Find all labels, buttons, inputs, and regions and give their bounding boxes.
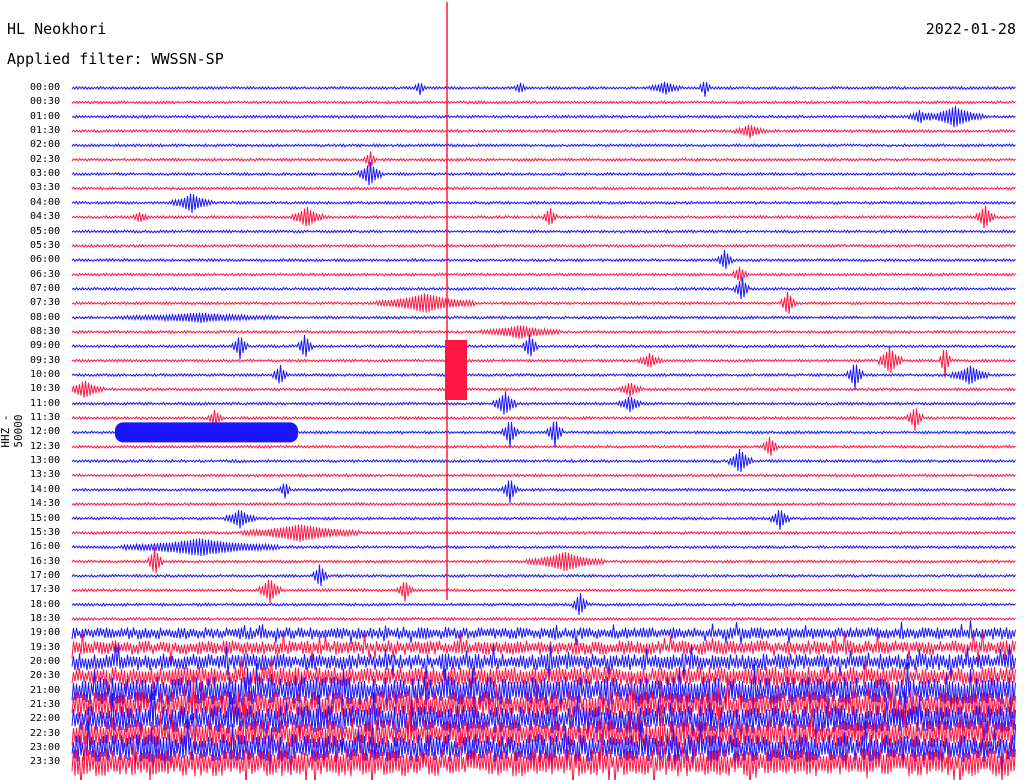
trace-line: [71, 312, 1016, 323]
trace-line: [71, 391, 1016, 415]
trace-line: [71, 325, 1016, 339]
trace-line: [71, 186, 1016, 191]
trace-line: [71, 277, 1016, 300]
trace-line: [71, 346, 1016, 378]
trace-line: [71, 81, 1016, 97]
trace-line: [71, 193, 1016, 214]
trace-line: [71, 480, 1016, 504]
trace-line: [71, 229, 1016, 234]
trace-line: [71, 473, 1016, 478]
event-spike-body: [445, 340, 467, 400]
trace-line: [71, 364, 1016, 390]
trace-line: [71, 105, 1016, 128]
trace-line: [71, 142, 1016, 148]
trace-line: [71, 243, 1016, 249]
trace-line: [71, 266, 1016, 282]
trace-line: [71, 620, 1016, 646]
trace-line: [71, 510, 1016, 530]
trace-line: [71, 151, 1016, 168]
trace-line: [71, 538, 1016, 556]
trace-line: [71, 524, 1016, 542]
trace-line: [71, 124, 1016, 139]
trace-line: [71, 564, 1016, 587]
trace-line: [71, 593, 1016, 616]
trace-line: [71, 448, 1016, 473]
trace-line: [71, 380, 1016, 398]
trace-line: [71, 205, 1016, 229]
trace-line: [71, 291, 1016, 314]
trace-line: [71, 334, 1016, 360]
trace-line: [71, 161, 1016, 186]
seismogram-traces: [71, 2, 1016, 780]
trace-line: [71, 249, 1016, 270]
trace-line: [71, 616, 1016, 622]
trace-line: [71, 579, 1016, 604]
trace-line: [71, 99, 1016, 105]
trace-line: [71, 501, 1016, 507]
signal-burst: [115, 422, 298, 443]
